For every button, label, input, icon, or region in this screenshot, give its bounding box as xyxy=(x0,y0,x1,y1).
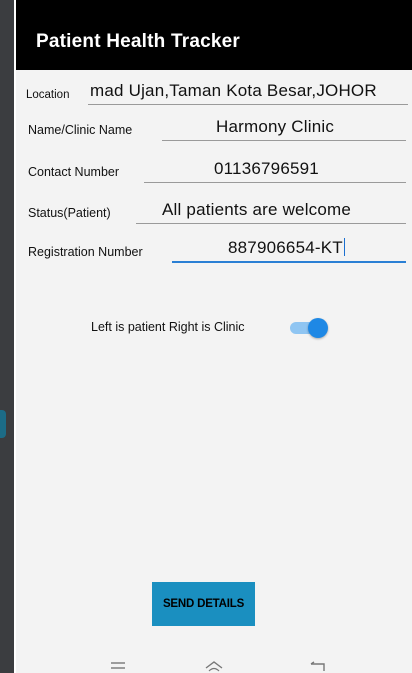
contact-field[interactable]: 01136796591 xyxy=(144,155,406,183)
app-window: Patient Health Tracker Location mad Ujan… xyxy=(16,0,412,673)
app-title: Patient Health Tracker xyxy=(36,31,240,52)
contact-row: Contact Number 01136796591 xyxy=(16,150,412,186)
name-value: Harmony Clinic xyxy=(216,117,335,136)
text-cursor xyxy=(343,238,346,256)
registration-field[interactable]: 887906654-KT xyxy=(172,235,406,263)
home-icon[interactable] xyxy=(204,659,224,673)
contact-value: 01136796591 xyxy=(214,159,319,178)
registration-label: Registration Number xyxy=(28,245,143,259)
back-icon[interactable] xyxy=(308,659,328,673)
location-value: mad Ujan,Taman Kota Besar,JOHOR xyxy=(90,81,377,100)
system-nav-bar xyxy=(16,652,412,673)
name-label: Name/Clinic Name xyxy=(28,123,133,137)
location-field[interactable]: mad Ujan,Taman Kota Besar,JOHOR xyxy=(88,77,408,105)
menu-icon[interactable] xyxy=(108,659,128,673)
status-label: Status(Patient) xyxy=(28,206,111,220)
registration-row: Registration Number 887906654-KT xyxy=(16,230,412,266)
location-label: Location xyxy=(26,89,70,101)
send-details-button[interactable]: SEND DETAILS xyxy=(152,582,255,626)
toggle-label: Left is patient Right is Clinic xyxy=(91,320,245,334)
edge-indicator xyxy=(0,410,6,438)
name-field[interactable]: Harmony Clinic xyxy=(162,113,406,141)
name-row: Name/Clinic Name Harmony Clinic xyxy=(16,108,412,144)
contact-label: Contact Number xyxy=(28,165,120,179)
app-toolbar: Patient Health Tracker xyxy=(16,0,412,70)
status-row: Status(Patient) All patients are welcome xyxy=(16,191,412,227)
status-value: All patients are welcome xyxy=(162,200,352,219)
patient-clinic-switch[interactable] xyxy=(290,318,328,338)
status-field[interactable]: All patients are welcome xyxy=(136,196,406,224)
registration-value: 887906654-KT xyxy=(228,238,343,257)
location-row: Location mad Ujan,Taman Kota Besar,JOHOR xyxy=(16,72,412,108)
form-content: Location mad Ujan,Taman Kota Besar,JOHOR… xyxy=(16,70,412,652)
switch-thumb xyxy=(308,318,328,338)
toggle-row: Left is patient Right is Clinic xyxy=(16,316,412,340)
background-app-edge xyxy=(0,0,14,673)
